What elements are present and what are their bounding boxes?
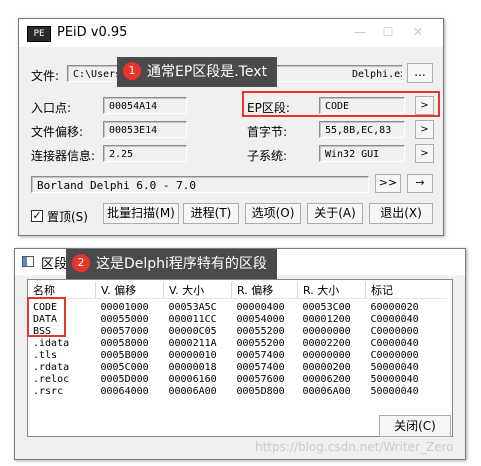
- first-bytes-label: 首字节:: [247, 125, 288, 139]
- table-row[interactable]: .rsrc 00064000 00006A00 0005D800 00006A00 500…: [28, 386, 447, 398]
- minimize-icon[interactable]: —: [347, 23, 373, 41]
- about-button[interactable]: 关于(A): [307, 203, 363, 224]
- table-row[interactable]: BSS 00057000 00000C05 00055200 00000000 C0000…: [28, 326, 447, 338]
- exit-button[interactable]: 退出(X): [369, 203, 433, 224]
- process-button[interactable]: 进程(T): [183, 203, 239, 224]
- table-row[interactable]: DATA 00055000 000011CC 00054000 00001200 C000…: [28, 314, 447, 326]
- delphi-sections-highlight: [27, 297, 66, 337]
- annotation-1: 1 通常EP区段是.Text: [117, 57, 278, 87]
- section-window-icon: [22, 256, 34, 267]
- subsystem-more-button[interactable]: >: [415, 144, 434, 163]
- browse-button[interactable]: ...: [407, 63, 433, 83]
- subsystem-label: 子系统:: [247, 149, 288, 163]
- section-table-header: 名称 V. 偏移 V. 大小 R. 偏移 R. 大小 标记: [28, 282, 447, 299]
- first-bytes-field[interactable]: 55,8B,EC,83: [319, 121, 405, 138]
- linker-info-label: 连接器信息:: [31, 149, 96, 163]
- annotation-1-text: 通常EP区段是.Text: [147, 64, 268, 80]
- table-row[interactable]: .rdata 0005C000 00000018 00057400 00000200 50…: [28, 362, 447, 374]
- entry-point-field[interactable]: 00054A14: [103, 97, 187, 114]
- scan-more-button[interactable]: >>: [375, 174, 401, 193]
- ep-section-highlight: [242, 91, 440, 117]
- close-button[interactable]: 关闭(C): [379, 415, 451, 437]
- watermark: https://blog.csdn.net/Writer_Zero: [255, 440, 454, 454]
- annotation-2-number: 2: [72, 254, 90, 272]
- section-window: 区段 名称 V. 偏移 V. 大小 R. 偏移 R. 大小 标记 CODE 000…: [14, 248, 466, 460]
- col-r-size[interactable]: R. 大小: [297, 282, 366, 299]
- maximize-icon[interactable]: ☐: [375, 23, 401, 41]
- peid-main-window: PE PEiD v0.95 — ☐ ✕ 文件: C:\Users ob Delp…: [18, 18, 444, 236]
- app-icon: PE: [27, 26, 51, 42]
- entry-point-label: 入口点:: [31, 101, 72, 115]
- col-flags[interactable]: 标记: [365, 282, 447, 299]
- title-bar[interactable]: PE PEiD v0.95 — ☐ ✕: [19, 19, 443, 47]
- table-row[interactable]: .reloc 0005D000 00006160 00057600 00006200 50…: [28, 374, 447, 386]
- batch-scan-button[interactable]: 批量扫描(M): [103, 203, 179, 224]
- col-v-offset[interactable]: V. 偏移: [95, 282, 164, 299]
- window-title: PEiD v0.95: [57, 25, 128, 40]
- annotation-2: 2 这是Delphi程序特有的区段: [66, 249, 277, 279]
- subsystem-field[interactable]: Win32 GUI: [319, 145, 405, 162]
- detection-result-field[interactable]: Borland Delphi 6.0 - 7.0: [31, 176, 369, 193]
- file-label: 文件:: [31, 69, 60, 83]
- table-row[interactable]: .idata 00058000 0000211A 00055200 00002200 C0…: [28, 338, 447, 350]
- section-table: 名称 V. 偏移 V. 大小 R. 偏移 R. 大小 标记 CODE 000010…: [28, 282, 447, 398]
- first-bytes-more-button[interactable]: >: [415, 120, 434, 139]
- arrow-button[interactable]: →: [407, 174, 433, 193]
- file-offset-label: 文件偏移:: [31, 125, 84, 139]
- table-row[interactable]: .tls 0005B000 00000010 00057400 00000000 C000…: [28, 350, 447, 362]
- file-path-end: Delphi.exe: [352, 69, 402, 80]
- table-row[interactable]: CODE 00001000 00053A5C 00000400 00053C00 6000…: [28, 302, 447, 314]
- annotation-2-text: 这是Delphi程序特有的区段: [96, 256, 267, 272]
- close-icon[interactable]: ✕: [405, 23, 431, 41]
- annotation-1-number: 1: [123, 62, 141, 80]
- col-v-size[interactable]: V. 大小: [163, 282, 232, 299]
- stay-on-top-checkbox[interactable]: ✓: [31, 210, 43, 222]
- col-r-offset[interactable]: R. 偏移: [231, 282, 298, 299]
- section-list[interactable]: 名称 V. 偏移 V. 大小 R. 偏移 R. 大小 标记 CODE 000010…: [27, 279, 453, 437]
- linker-info-field[interactable]: 2.25: [103, 145, 187, 162]
- options-button[interactable]: 选项(O): [245, 203, 301, 224]
- file-path-start: C:\Users: [73, 69, 122, 80]
- stay-on-top-label[interactable]: 置顶(S): [47, 208, 88, 225]
- file-offset-field[interactable]: 00053E14: [103, 121, 187, 138]
- section-window-title: 区段: [41, 257, 68, 272]
